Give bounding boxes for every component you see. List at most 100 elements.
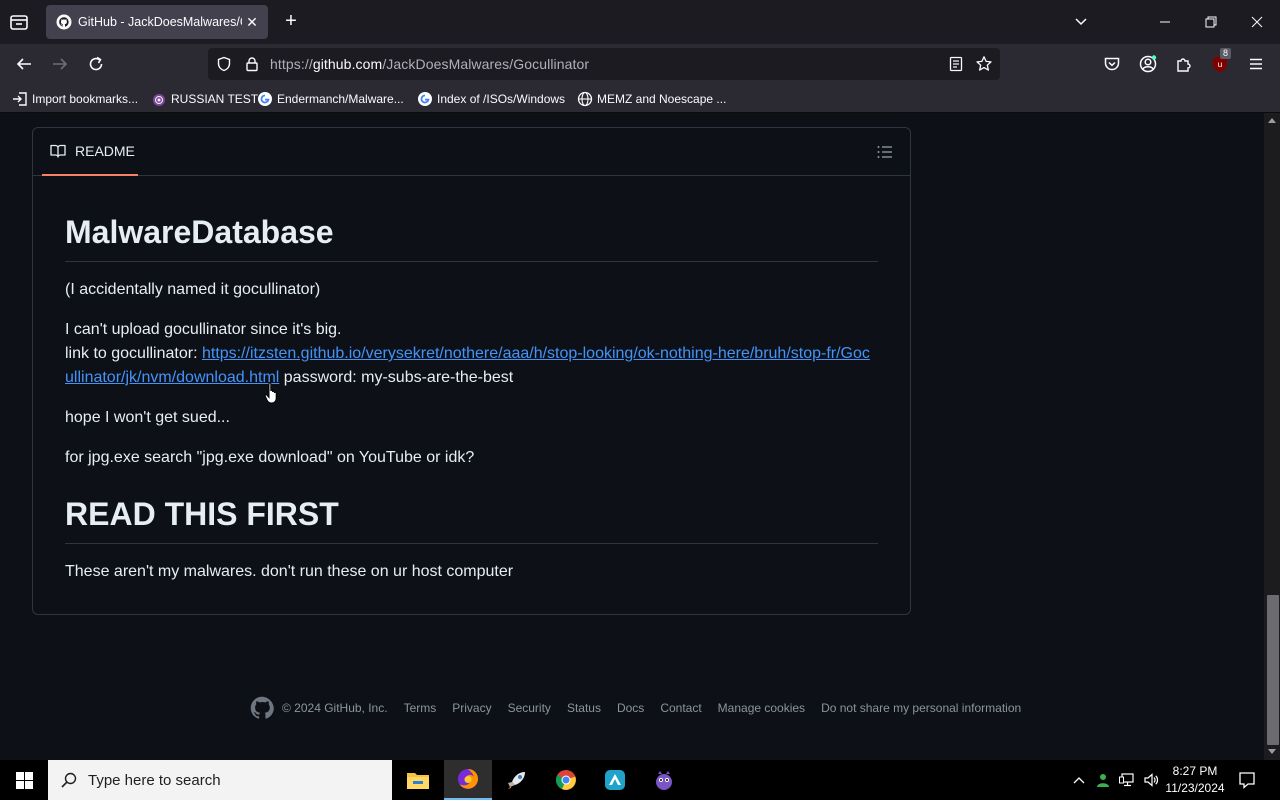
taskbar-search-box[interactable]: Type here to search (48, 760, 392, 800)
reader-view-icon[interactable] (948, 56, 964, 72)
user-tray-icon[interactable] (1092, 760, 1114, 800)
tracking-protection-shield-icon[interactable] (216, 56, 232, 72)
start-windows-icon[interactable] (0, 760, 48, 800)
active-tab[interactable]: GitHub - JackDoesMalwares/Gocullinator ✕ (46, 5, 268, 39)
password-text: password: my-subs-are-the-best (279, 369, 514, 386)
clock-time: 8:27 PM (1172, 764, 1218, 778)
site-footer: © 2024 GitHub, Inc. Terms Privacy Securi… (250, 695, 1021, 721)
tab-strip: GitHub - JackDoesMalwares/Gocullinator ✕… (0, 0, 1280, 44)
footer-link-status[interactable]: Status (567, 701, 601, 715)
globe-icon (577, 91, 593, 107)
lock-icon[interactable] (244, 56, 260, 72)
bookmark-import[interactable]: Import bookmarks... (12, 90, 138, 108)
paragraph-upload: I can't upload gocullinator since it's b… (65, 318, 878, 390)
readme-header: README (33, 128, 910, 176)
bookmark-label: Import bookmarks... (32, 92, 139, 106)
extension-badge: 8 (1220, 48, 1232, 59)
ublock-origin-icon[interactable]: u 8 (1208, 48, 1232, 76)
import-icon (13, 92, 27, 106)
search-placeholder: Type here to search (88, 771, 221, 789)
table-of-contents-icon[interactable] (876, 143, 894, 161)
forward-arrow-icon[interactable] (48, 52, 72, 76)
url-path: /JackDoesMalwares/Gocullinator (382, 56, 590, 72)
upload-text: I can't upload gocullinator since it's b… (65, 321, 342, 338)
close-window-icon[interactable] (1234, 0, 1280, 44)
google-icon (418, 92, 432, 106)
footer-link-security[interactable]: Security (508, 701, 551, 715)
link-prefix: link to gocullinator: (65, 345, 202, 362)
footer-link-privacy[interactable]: Privacy (452, 701, 491, 715)
teal-app-icon[interactable] (591, 760, 639, 800)
clock-date: 11/23/2024 (1165, 781, 1225, 795)
readme-box: README MalwareDatabase (I accidentally n… (32, 127, 911, 615)
bookmark-memz[interactable]: MEMZ and Noescape ... (577, 90, 726, 108)
footer-link-do-not-share[interactable]: Do not share my personal information (821, 701, 1021, 715)
bookmark-label: Endermanch/Malware... (277, 92, 404, 106)
url-text[interactable]: https://github.com/JackDoesMalwares/Gocu… (270, 56, 589, 72)
notifications-icon[interactable] (1234, 760, 1260, 800)
scroll-down-arrow-icon[interactable] (1268, 749, 1276, 755)
back-arrow-icon[interactable] (12, 52, 36, 76)
bookmarks-toolbar: Import bookmarks... RUSSIAN TEST Enderma… (0, 84, 1280, 113)
scrollbar-thumb[interactable] (1267, 595, 1279, 745)
bookmark-index-isos[interactable]: Index of /ISOs/Windows (417, 90, 565, 108)
bookmark-russian-test[interactable]: RUSSIAN TEST (151, 90, 258, 108)
footer-link-docs[interactable]: Docs (617, 701, 644, 715)
show-hidden-icons-chevron-icon[interactable] (1068, 760, 1090, 800)
url-prefix: https:// (270, 56, 313, 72)
bookmark-label: MEMZ and Noescape ... (597, 92, 727, 106)
svg-text:u: u (1218, 60, 1222, 69)
web-page: README MalwareDatabase (I accidentally n… (0, 113, 1264, 760)
paragraph-sued: hope I won't get sued... (65, 409, 230, 426)
readme-tab[interactable]: README (42, 128, 138, 176)
address-bar[interactable]: https://github.com/JackDoesMalwares/Gocu… (208, 48, 1000, 80)
footer-link-manage-cookies[interactable]: Manage cookies (718, 701, 805, 715)
list-all-tabs-icon[interactable] (8, 11, 30, 33)
firefox-icon[interactable] (444, 760, 492, 800)
windows-taskbar: Type here to search 8:27 PM 11/23/2024 (0, 760, 1280, 800)
markdown-body: MalwareDatabase (I accidentally named it… (65, 176, 878, 600)
pocket-icon[interactable] (1100, 52, 1124, 76)
hand-cursor-icon (264, 382, 277, 404)
tab-overflow-chevron-icon[interactable] (1058, 0, 1104, 44)
tab-title: GitHub - JackDoesMalwares/Gocullinator (78, 15, 242, 29)
navigation-toolbar: https://github.com/JackDoesMalwares/Gocu… (0, 44, 1280, 84)
system-clock[interactable]: 8:27 PM 11/23/2024 (1160, 763, 1230, 797)
hamburger-menu-icon[interactable] (1244, 52, 1268, 76)
account-icon[interactable] (1136, 52, 1160, 76)
scroll-up-arrow-icon[interactable] (1268, 117, 1276, 123)
extensions-puzzle-icon[interactable] (1172, 52, 1196, 76)
reload-icon[interactable] (84, 52, 108, 76)
paragraph-accident: (I accidentally named it gocullinator) (65, 281, 321, 298)
search-icon (61, 772, 77, 788)
github-favicon-icon (56, 14, 72, 30)
rocket-app-icon[interactable] (493, 760, 541, 800)
heading-read-this-first: READ THIS FIRST (65, 494, 878, 544)
book-icon (50, 144, 66, 158)
chrome-icon[interactable] (542, 760, 590, 800)
bookmark-label: Index of /ISOs/Windows (437, 92, 566, 106)
bookmark-label: RUSSIAN TEST (171, 92, 259, 106)
minimize-icon[interactable] (1142, 0, 1188, 44)
github-logo-icon[interactable] (250, 696, 274, 720)
paragraph-jpg: for jpg.exe search "jpg.exe download" on… (65, 449, 475, 466)
purple-mascot-app-icon[interactable] (640, 760, 688, 800)
close-tab-icon[interactable]: ✕ (242, 14, 262, 31)
volume-icon[interactable] (1140, 760, 1162, 800)
paragraph-warning: These aren't my malwares. don't run thes… (65, 563, 514, 580)
google-icon (258, 92, 272, 106)
footer-link-terms[interactable]: Terms (404, 701, 437, 715)
restore-icon[interactable] (1188, 0, 1234, 44)
url-host: github.com (312, 56, 383, 72)
readme-tab-label: README (75, 143, 135, 159)
new-tab-icon[interactable]: + (280, 11, 302, 33)
heading-malware-database: MalwareDatabase (65, 212, 878, 262)
bookmark-endermanch[interactable]: Endermanch/Malware... (257, 90, 404, 108)
network-icon[interactable] (1116, 760, 1138, 800)
page-scrollbar[interactable] (1264, 113, 1280, 760)
copyright-text: © 2024 GitHub, Inc. (282, 701, 388, 715)
footer-link-contact[interactable]: Contact (660, 701, 701, 715)
tor-icon (153, 94, 165, 106)
bookmark-star-icon[interactable] (975, 55, 993, 73)
file-explorer-icon[interactable] (394, 760, 442, 800)
